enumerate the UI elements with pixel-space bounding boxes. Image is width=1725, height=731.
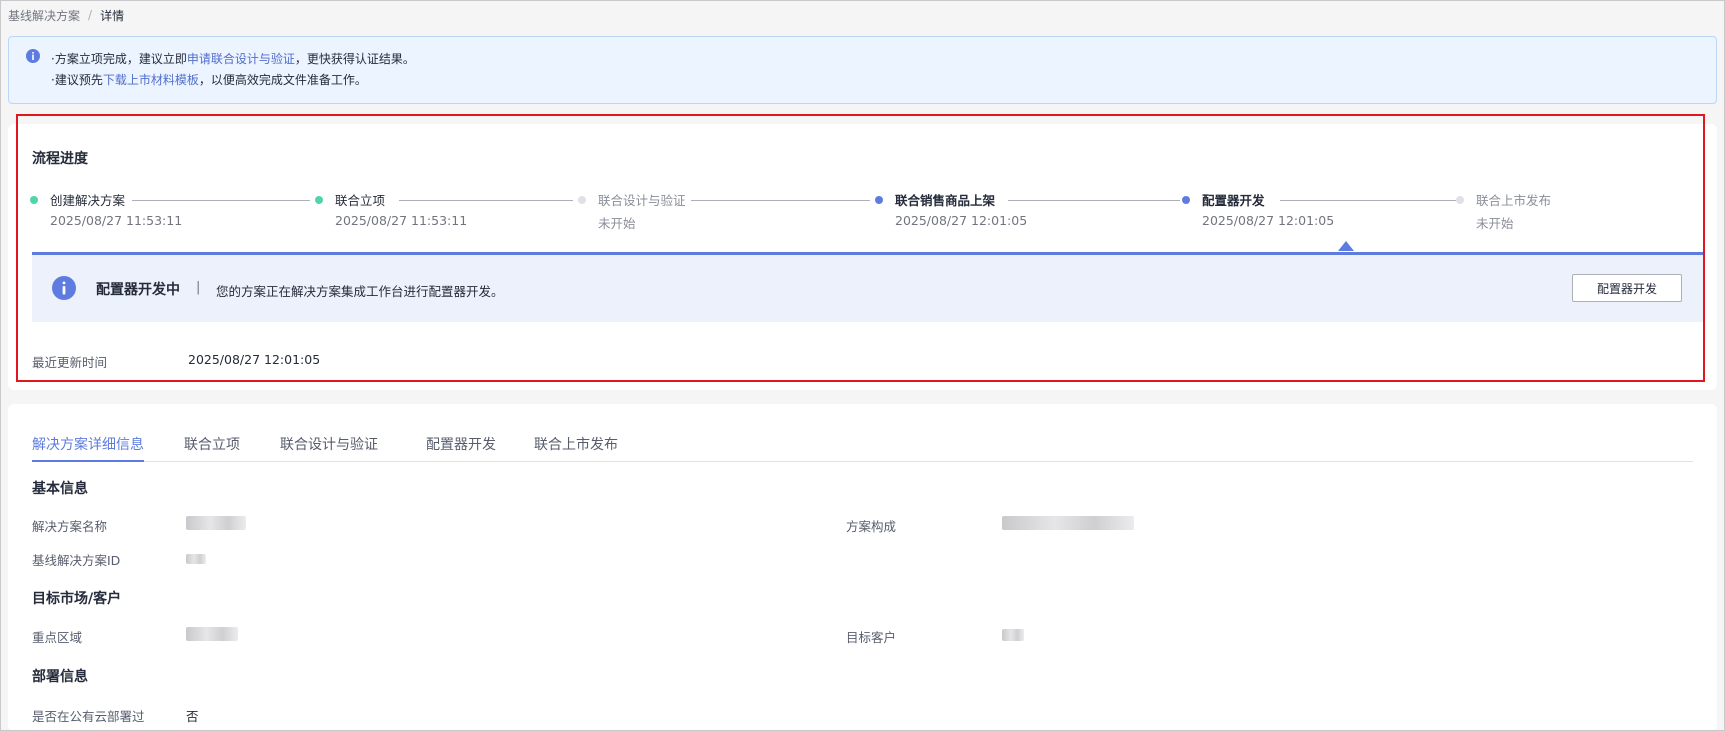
step-name: 联合立项 [335,193,386,208]
tab-configurator-dev[interactable]: 配置器开发 [426,434,496,454]
progress-title: 流程进度 [32,151,88,167]
section-title-deploy: 部署信息 [32,669,88,685]
step-time: 2025/08/27 11:53:11 [335,213,468,228]
info-icon [26,49,40,63]
step-status-dot [315,196,323,204]
step-connector [1280,200,1456,201]
step-time: 2025/08/27 12:01:05 [895,213,1028,228]
step-connector [399,200,573,201]
step-status-dot [1456,196,1464,204]
baseline-solution-id-value-redacted [186,554,206,564]
step-time: 未开始 [598,216,636,231]
target-customer-value-redacted [1002,629,1024,641]
composition-label: 方案构成 [846,519,897,534]
target-customer-label: 目标客户 [846,630,897,645]
tab-joint-design[interactable]: 联合设计与验证 [280,434,378,454]
step-name: 配置器开发 [1202,193,1265,208]
apply-joint-design-link[interactable]: 申请联合设计与验证 [187,52,295,66]
status-title: 配置器开发中 [96,282,180,298]
step-connector [1008,200,1180,201]
step-connector [132,200,310,201]
breadcrumb: 基线解决方案 / 详情 [8,6,124,24]
progress-card: 流程进度 创建解决方案 2025/08/27 11:53:11 联合立项 202… [8,124,1717,390]
section-title-basic: 基本信息 [32,481,88,497]
composition-value-redacted [1002,516,1134,530]
step-name: 联合销售商品上架 [895,193,996,208]
notice-line-2-suffix: ，以便高效完成文件准备工作。 [198,73,367,87]
public-cloud-deployed-value: 否 [186,709,199,724]
breadcrumb-current: 详情 [100,8,125,23]
step-time: 2025/08/27 12:01:05 [1202,213,1335,228]
last-update-value: 2025/08/27 12:01:05 [188,352,321,367]
detail-card: 解决方案详细信息 联合立项 联合设计与验证 配置器开发 联合上市发布 基本信息 … [8,404,1717,731]
step-connector [691,200,870,201]
breadcrumb-separator: / [88,8,93,22]
step-name: 联合设计与验证 [598,193,686,208]
public-cloud-deployed-label: 是否在公有云部署过 [32,709,145,724]
step-status-dot [1182,196,1190,204]
key-region-label: 重点区域 [32,630,83,645]
tab-solution-details[interactable]: 解决方案详细信息 [32,434,144,454]
caret-up-icon [1338,241,1354,251]
key-region-value-redacted [186,627,238,641]
section-title-market: 目标市场/客户 [32,591,122,607]
step-status-dot [875,196,883,204]
solution-name-label: 解决方案名称 [32,519,108,534]
current-step-panel: 配置器开发中 | 您的方案正在解决方案集成工作台进行配置器开发。 配置器开发 [32,241,1703,322]
tab-joint-launch[interactable]: 联合上市发布 [534,434,618,454]
last-update-label: 最近更新时间 [32,355,108,370]
step-name: 创建解决方案 [50,193,126,208]
baseline-solution-id-label: 基线解决方案ID [32,553,121,568]
step-time: 2025/08/27 11:53:11 [50,213,183,228]
step-time: 未开始 [1476,216,1514,231]
status-divider: | [196,280,201,295]
step-status-dot [30,196,38,204]
detail-tabs: 解决方案详细信息 联合立项 联合设计与验证 配置器开发 联合上市发布 [32,430,1693,462]
step-name: 联合上市发布 [1476,193,1552,208]
breadcrumb-parent[interactable]: 基线解决方案 [8,7,80,24]
notice-line-1-suffix: ，更快获得认证结果。 [294,52,415,66]
tab-joint-approval[interactable]: 联合立项 [184,434,240,454]
configurator-dev-button[interactable]: 配置器开发 [1572,274,1682,302]
notice-line-1-prefix: ·方案立项完成，建议立即 [51,52,187,66]
notice-banner: ·方案立项完成，建议立即申请联合设计与验证，更快获得认证结果。 ·建议预先下载上… [8,36,1717,104]
info-icon [52,276,76,300]
status-description: 您的方案正在解决方案集成工作台进行配置器开发。 [216,284,504,299]
notice-line-2-prefix: ·建议预先 [51,73,103,87]
notice-line-1: ·方案立项完成，建议立即申请联合设计与验证，更快获得认证结果。 [51,50,415,67]
solution-name-value-redacted [186,516,246,530]
step-status-dot [578,196,586,204]
active-tab-indicator [32,460,144,462]
notice-line-2: ·建议预先下载上市材料模板，以便高效完成文件准备工作。 [51,71,367,88]
download-template-link[interactable]: 下载上市材料模板 [103,73,199,87]
